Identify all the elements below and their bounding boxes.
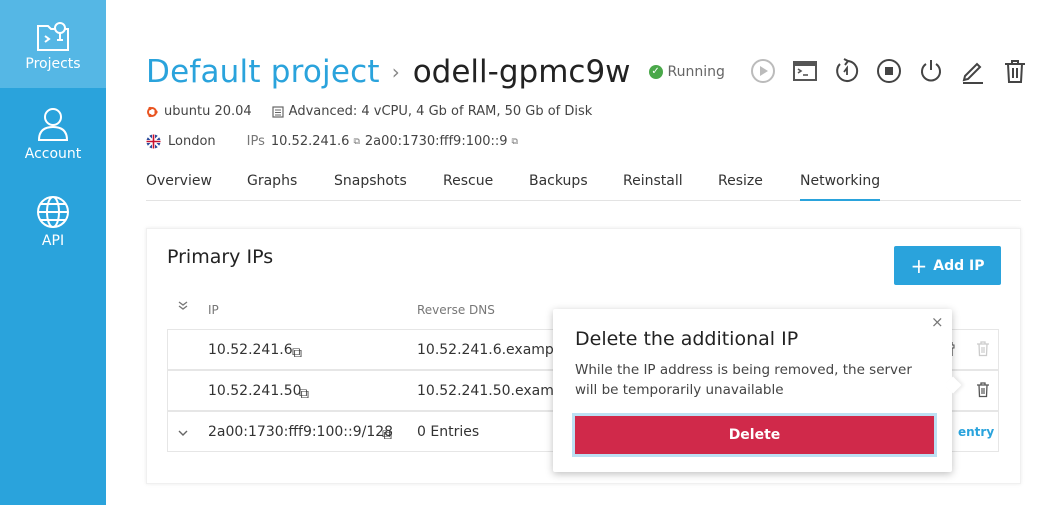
edit-icon [962,62,983,84]
api-icon [37,196,69,228]
plan-spec: Advanced: 4 vCPU, 4 Gb of RAM, 50 Gb of … [288,104,593,119]
tab-backups[interactable]: Backups [529,166,588,201]
page-title: Default project › odell-gpmc9w ✓ Running [146,52,725,92]
check-icon: ✓ [648,65,663,79]
status-badge: ✓ Running [648,64,725,80]
rdns-cell: 0 Entries [417,424,480,440]
sidebar-item-api[interactable]: API [0,180,106,268]
ips-label: IPs [246,134,265,149]
delete-row-icon[interactable] [976,381,990,402]
power-icon [921,60,941,82]
server-meta: ubuntu 20.04 Advanced: 4 vCPU, 4 Gb of R… [146,104,592,119]
tab-snapshots[interactable]: Snapshots [334,166,407,201]
edit-button[interactable] [952,58,994,84]
reboot-button[interactable] [826,58,868,84]
ip-cell[interactable]: 2a00:1730:fff9:100::9/128 [208,424,393,440]
tab-bar: Overview Graphs Snapshots Rescue Backups… [146,166,1021,201]
os-version: ubuntu 20.04 [164,104,252,119]
account-icon [37,108,69,141]
delete-row-icon[interactable] [976,340,990,361]
server-actions [742,58,1036,84]
chevron-down-icon[interactable] [178,425,188,441]
sidebar-item-label: API [41,233,65,249]
sidebar: Projects Account API [0,0,106,505]
tab-overview[interactable]: Overview [146,166,212,201]
sidebar-item-account[interactable]: Account [0,92,106,180]
delete-server-button[interactable] [994,58,1036,84]
breadcrumb-separator: › [391,60,400,84]
trash-icon [1005,60,1025,83]
power-button[interactable] [910,58,952,84]
rdns-cell: 10.52.241.6.example. [417,342,571,358]
close-icon[interactable]: × [931,313,944,331]
add-ip-label: Add IP [933,257,985,274]
start-button[interactable] [742,58,784,84]
server-name: odell-gpmc9w [412,54,631,90]
popover-message: While the IP address is being removed, t… [575,362,912,398]
console-icon [793,61,817,81]
start-icon [751,59,775,83]
breadcrumb-project-link[interactable]: Default project [146,54,380,90]
rdns-cell: 10.52.241.50.example [417,383,576,399]
tab-resize[interactable]: Resize [718,166,763,201]
status-text: Running [667,64,725,80]
delete-ip-popover: × Delete the additional IP While the IP … [553,309,962,472]
ipv4-address[interactable]: 10.52.241.6 [271,134,350,149]
sidebar-item-projects[interactable]: Projects [0,0,106,88]
expand-all-icon[interactable] [178,301,188,314]
stop-icon [877,59,901,83]
add-entry-link[interactable]: entry [958,425,994,439]
copy-icon[interactable]: ⧉ [292,345,302,361]
sidebar-item-label: Projects [25,56,81,72]
copy-icon[interactable]: ⧉ [353,137,359,147]
column-header-reverse-dns: Reverse DNS [417,303,495,317]
plan-icon [272,105,284,118]
add-ip-button[interactable]: + Add IP [894,246,1001,285]
section-title: Primary IPs [167,246,274,268]
copy-icon[interactable]: ⧉ [512,137,518,147]
uk-flag-icon [146,134,161,149]
column-header-ip: IP [208,303,219,317]
plus-icon: + [910,253,928,278]
tab-reinstall[interactable]: Reinstall [623,166,683,201]
ubuntu-icon [147,106,158,117]
reboot-icon [836,58,859,82]
sidebar-item-label: Account [24,146,82,162]
stop-button[interactable] [868,58,910,84]
copy-icon[interactable]: ⧉ [382,427,392,443]
tab-networking[interactable]: Networking [800,166,881,201]
delete-button[interactable]: Delete [572,413,937,457]
popover-title: Delete the additional IP [575,328,799,350]
copy-icon[interactable]: ⧉ [299,386,309,402]
tab-graphs[interactable]: Graphs [247,166,297,201]
console-button[interactable] [784,58,826,84]
ip-cell[interactable]: 10.52.241.6 [208,342,293,358]
projects-icon [37,22,69,51]
ipv6-address[interactable]: 2a00:1730:fff9:100::9 [365,134,508,149]
ip-cell[interactable]: 10.52.241.50 [208,383,302,399]
location-text: London [168,134,216,149]
tab-rescue[interactable]: Rescue [443,166,493,201]
server-location: London IPs 10.52.241.6 ⧉ 2a00:1730:fff9:… [146,134,518,149]
